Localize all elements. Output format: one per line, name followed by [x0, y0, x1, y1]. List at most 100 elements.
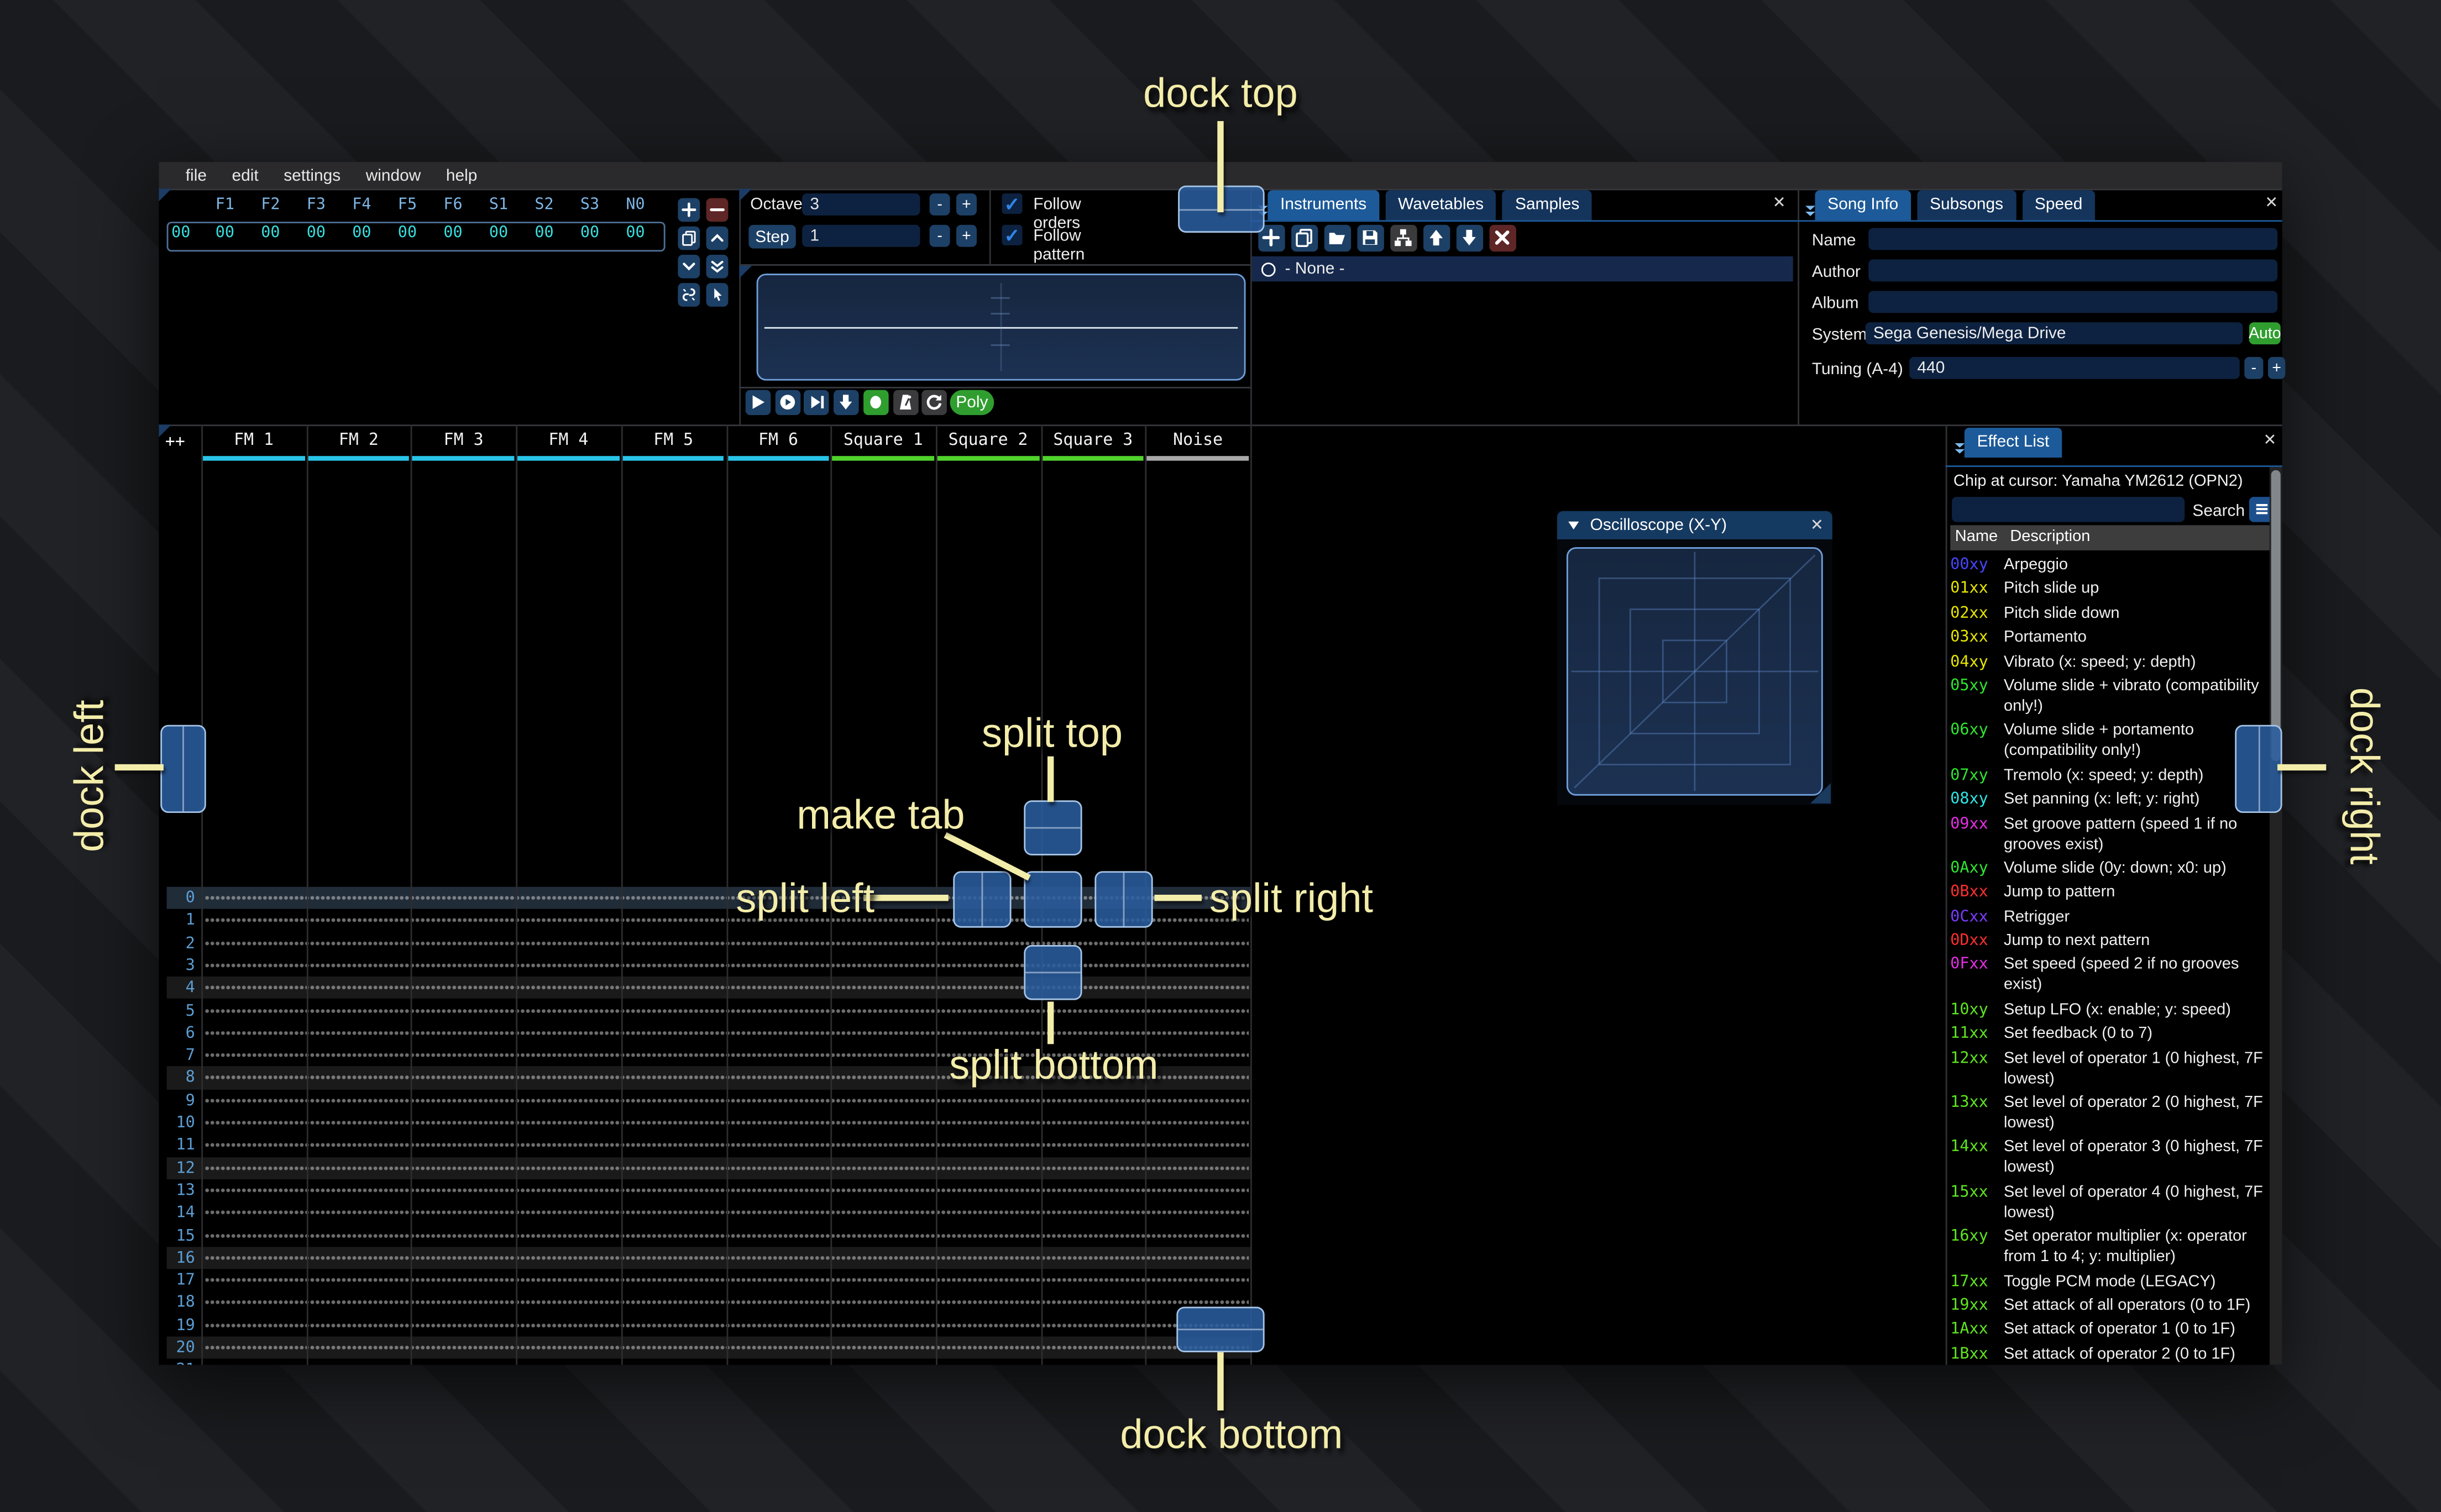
order-row-index[interactable]: 00 [171, 225, 190, 242]
move-instrument-down-button[interactable] [1456, 224, 1484, 252]
instrument-folders-button[interactable] [1390, 224, 1417, 252]
order-cell[interactable]: 00 [307, 225, 326, 242]
author-input[interactable] [1868, 259, 2278, 282]
move-order-up-button[interactable] [706, 226, 729, 250]
tuning-increase-button[interactable]: + [2268, 356, 2286, 379]
effect-row[interactable]: 1Bxx Set attack of operator 2 (0 to 1F) [1950, 1344, 2270, 1364]
effect-row[interactable]: 10xy Setup LFO (x: enable; y: speed) [1950, 1000, 2270, 1020]
resize-grip[interactable] [1810, 783, 1831, 804]
order-cell[interactable]: 00 [489, 225, 508, 242]
order-cell[interactable]: 00 [626, 225, 645, 242]
menu-item-window[interactable]: window [353, 166, 433, 185]
close-icon[interactable]: ✕ [1773, 195, 1786, 212]
effect-row[interactable]: 0Axy Volume slide (0y: down; x0: up) [1950, 858, 2270, 879]
open-instrument-button[interactable] [1324, 224, 1352, 252]
effect-table-header[interactable]: Name Description [1950, 525, 2270, 550]
metronome-button[interactable] [892, 390, 918, 416]
xy-titlebar[interactable]: Oscilloscope (X-Y) ✕ [1557, 511, 1832, 539]
move-instrument-up-button[interactable] [1423, 224, 1450, 252]
channel-header-square-3[interactable]: Square 3 [1053, 431, 1133, 450]
poly-button[interactable]: Poly [950, 390, 994, 416]
tab-song-info[interactable]: Song Info [1815, 190, 1911, 221]
remove-order-button[interactable] [706, 198, 729, 222]
tab-samples[interactable]: Samples [1502, 190, 1593, 221]
step-row-button[interactable] [834, 390, 859, 416]
menu-item-file[interactable]: file [173, 166, 219, 185]
step-increase-button[interactable]: + [956, 224, 977, 247]
channel-header-fm-4[interactable]: FM 4 [548, 431, 588, 450]
channel-header-fm-6[interactable]: FM 6 [758, 431, 798, 450]
effect-row[interactable]: 13xx Set level of operator 2 (0 highest, … [1950, 1093, 2270, 1134]
add-instrument-button[interactable] [1258, 224, 1285, 252]
instrument-list-item[interactable]: - None - [1251, 256, 1793, 282]
channel-header-fm-5[interactable]: FM 5 [653, 431, 693, 450]
tab-effect-list[interactable]: Effect List [1964, 427, 2062, 458]
system-input[interactable]: Sega Genesis/Mega Drive [1865, 322, 2243, 345]
repeat-pattern-button[interactable] [921, 390, 947, 416]
scrollbar-track[interactable] [2269, 467, 2282, 1365]
play-one-row-button[interactable] [804, 390, 830, 416]
channel-header-square-2[interactable]: Square 2 [949, 431, 1028, 450]
follow-pattern-checkbox[interactable]: ✓ [1002, 224, 1023, 245]
scrollbar-thumb[interactable] [2271, 470, 2281, 762]
effect-row[interactable]: 06xy Volume slide + portamento (compatibi… [1950, 721, 2270, 762]
order-cell[interactable]: 00 [216, 225, 234, 242]
menu-item-help[interactable]: help [433, 166, 490, 185]
deep-clone-button[interactable] [678, 283, 700, 307]
order-cell[interactable]: 00 [535, 225, 553, 242]
close-icon[interactable]: ✕ [1810, 517, 1824, 534]
channel-header-noise[interactable]: Noise [1173, 431, 1223, 450]
channel-header-fm-2[interactable]: FM 2 [339, 431, 379, 450]
effect-row[interactable]: 05xy Volume slide + vibrato (compatibilit… [1950, 676, 2270, 717]
name-header[interactable]: Name [1955, 528, 1998, 545]
collapse-triangle-icon[interactable] [1567, 519, 1581, 533]
follow-orders-checkbox[interactable]: ✓ [1002, 193, 1023, 214]
effect-row[interactable]: 0Dxx Jump to next pattern [1950, 931, 2270, 952]
effect-row[interactable]: 09xx Set groove pattern (speed 1 if no gr… [1950, 814, 2270, 855]
tuning-decrease-button[interactable]: - [2244, 356, 2264, 379]
effect-row[interactable]: 14xx Set level of operator 3 (0 highest, … [1950, 1137, 2270, 1178]
effect-row[interactable]: 04xy Vibrato (x: speed; y: depth) [1950, 652, 2270, 673]
channel-header-fm-3[interactable]: FM 3 [444, 431, 484, 450]
order-cell[interactable]: 00 [261, 225, 280, 242]
effect-row[interactable]: 01xx Pitch slide up [1950, 579, 2270, 600]
order-cell[interactable]: 00 [352, 225, 371, 242]
tab-speed[interactable]: Speed [2022, 190, 2096, 221]
play-from-beginning-button[interactable] [774, 390, 800, 416]
channel-header-square-1[interactable]: Square 1 [844, 431, 923, 450]
order-cell[interactable]: 00 [580, 225, 599, 242]
effect-row[interactable]: 0Fxx Set speed (speed 2 if no grooves exi… [1950, 955, 2270, 996]
menu-item-edit[interactable]: edit [219, 166, 271, 185]
step-button[interactable]: Step [748, 224, 796, 249]
effect-row[interactable]: 07xy Tremolo (x: speed; y: depth) [1950, 765, 2270, 786]
record-button[interactable] [863, 390, 889, 416]
close-icon[interactable]: ✕ [2265, 195, 2278, 212]
radio-icon[interactable] [1261, 261, 1276, 276]
octave-increase-button[interactable]: + [956, 193, 977, 216]
effect-row[interactable]: 17xx Toggle PCM mode (LEGACY) [1950, 1272, 2270, 1292]
tab-subsongs[interactable]: Subsongs [1917, 190, 2016, 221]
step-decrease-button[interactable]: - [929, 224, 950, 247]
description-header[interactable]: Description [2010, 528, 2090, 545]
effect-row[interactable]: 12xx Set level of operator 1 (0 highest, … [1950, 1048, 2270, 1089]
order-cell[interactable]: 00 [398, 225, 417, 242]
name-input[interactable] [1868, 228, 2278, 250]
effect-row[interactable]: 19xx Set attack of all operators (0 to 1F… [1950, 1296, 2270, 1316]
add-order-button[interactable] [678, 198, 700, 222]
effect-row[interactable]: 03xx Portamento [1950, 628, 2270, 648]
effect-row[interactable]: 15xx Set level of operator 4 (0 highest, … [1950, 1182, 2270, 1223]
octave-input[interactable]: 3 [802, 193, 920, 216]
save-instrument-button[interactable] [1357, 224, 1384, 252]
effect-row[interactable]: 0Bxx Jump to pattern [1950, 883, 2270, 903]
play-button[interactable] [745, 390, 771, 416]
octave-decrease-button[interactable]: - [929, 193, 950, 216]
auto-system-button[interactable]: Auto [2249, 322, 2281, 345]
orders-value-row[interactable]: 00 00 00 00 00 00 00 00 00 00 00 [159, 225, 662, 247]
tuning-input[interactable]: 440 [1909, 356, 2240, 379]
step-input[interactable]: 1 [802, 224, 920, 247]
effect-row[interactable]: 08xy Set panning (x: left; y: right) [1950, 790, 2270, 810]
channel-header-fm-1[interactable]: FM 1 [234, 431, 274, 450]
xy-oscilloscope-window[interactable]: Oscilloscope (X-Y) ✕ [1557, 511, 1832, 805]
duplicate-end-button[interactable] [706, 254, 729, 279]
close-icon[interactable]: ✕ [2263, 432, 2276, 449]
